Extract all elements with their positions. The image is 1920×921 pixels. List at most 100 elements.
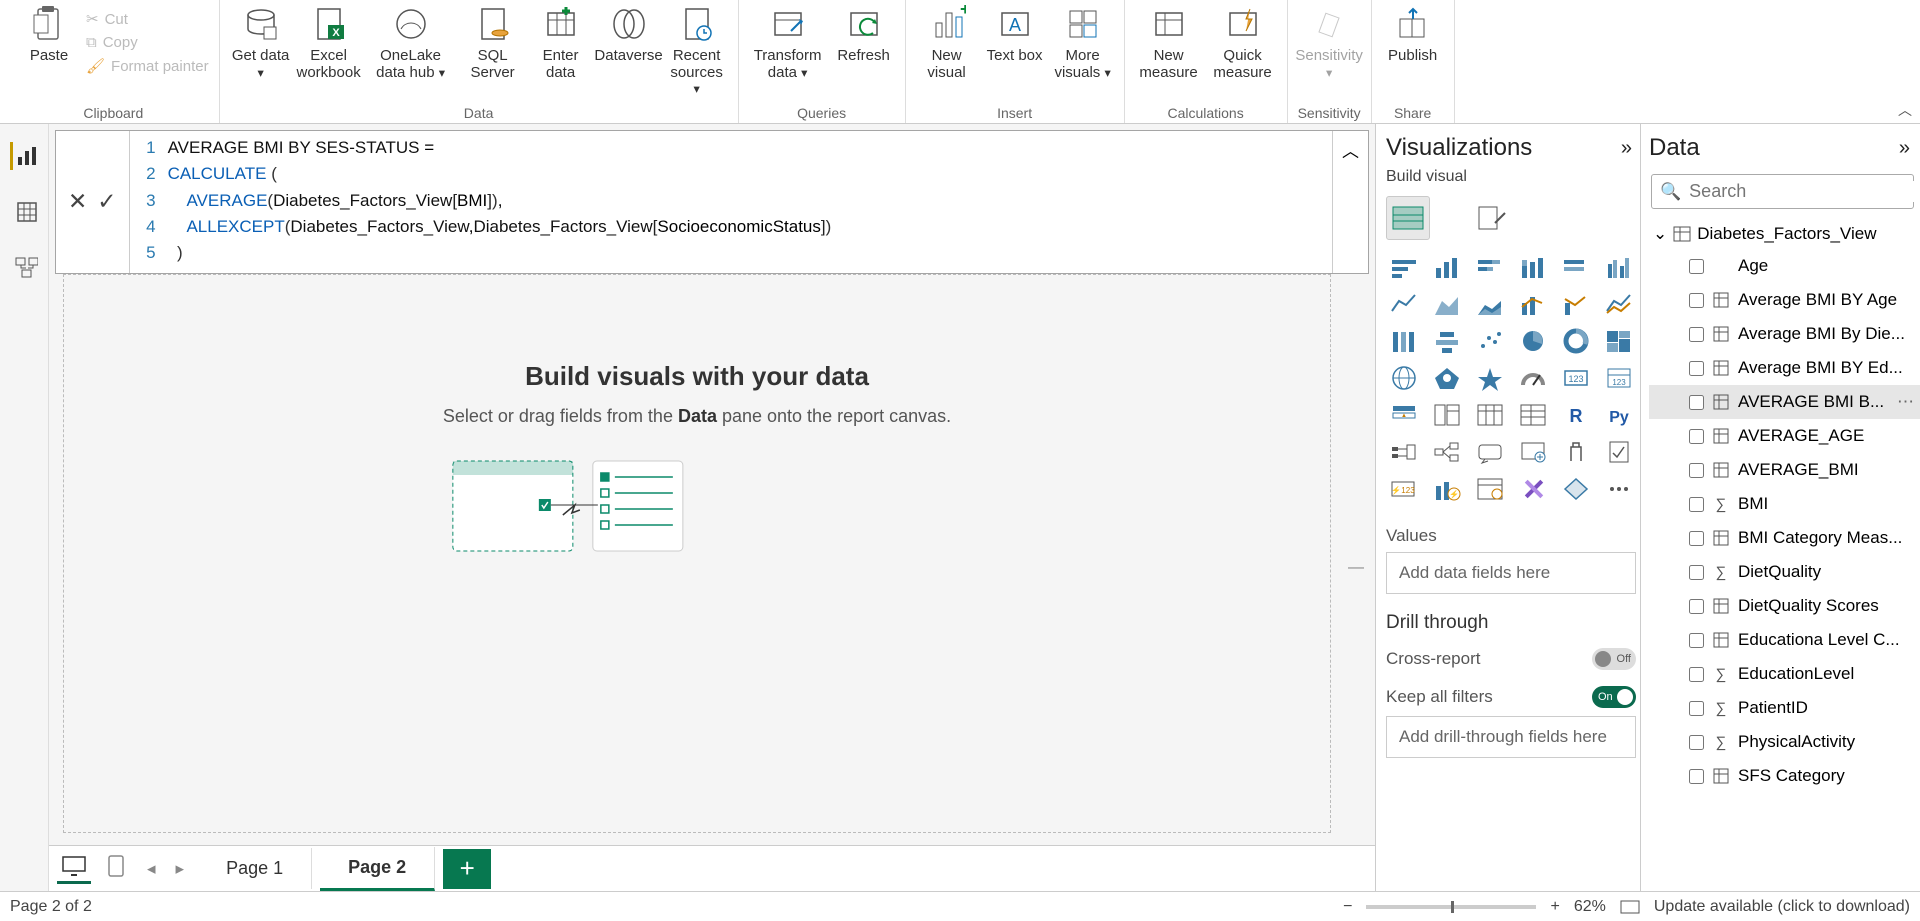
visual-type-32[interactable] xyxy=(1472,437,1508,467)
field-dietquality-scores[interactable]: DietQuality Scores xyxy=(1649,589,1920,623)
visual-type-39[interactable] xyxy=(1515,474,1551,504)
sql-server-button[interactable]: SQL Server xyxy=(462,4,524,81)
transform-data-button[interactable]: Transform data ▾ xyxy=(749,4,827,81)
visual-type-5[interactable] xyxy=(1601,252,1637,282)
visual-type-33[interactable] xyxy=(1515,437,1551,467)
update-available-link[interactable]: Update available (click to download) xyxy=(1654,898,1910,916)
visual-type-40[interactable] xyxy=(1558,474,1594,504)
visual-type-28[interactable]: R xyxy=(1558,400,1594,430)
visual-type-22[interactable]: 123 xyxy=(1558,363,1594,393)
visual-type-0[interactable] xyxy=(1386,252,1422,282)
field-checkbox[interactable] xyxy=(1689,361,1704,376)
formula-commit-icon[interactable]: ✓ xyxy=(97,188,116,215)
visual-type-31[interactable] xyxy=(1429,437,1465,467)
visual-type-18[interactable] xyxy=(1386,363,1422,393)
new-visual-button[interactable]: +New visual xyxy=(916,4,978,81)
field-sfs-category[interactable]: SFS Category xyxy=(1649,759,1920,793)
field-checkbox[interactable] xyxy=(1689,293,1704,308)
dataverse-button[interactable]: Dataverse xyxy=(598,4,660,65)
visual-type-25[interactable] xyxy=(1429,400,1465,430)
data-collapse-icon[interactable]: » xyxy=(1899,137,1910,160)
field-bmi-category-meas-[interactable]: BMI Category Meas... xyxy=(1649,521,1920,555)
tab-next-icon[interactable]: ▸ xyxy=(170,859,191,879)
field-checkbox[interactable] xyxy=(1689,735,1704,750)
field-average-bmi-b-[interactable]: AVERAGE BMI B...⋯ xyxy=(1649,385,1920,419)
text-box-button[interactable]: AText box xyxy=(984,4,1046,65)
field-checkbox[interactable] xyxy=(1689,599,1704,614)
excel-workbook-button[interactable]: XExcel workbook xyxy=(298,4,360,81)
publish-button[interactable]: Publish xyxy=(1382,4,1444,65)
visual-type-13[interactable] xyxy=(1429,326,1465,356)
field-checkbox[interactable] xyxy=(1689,633,1704,648)
visual-type-36[interactable]: ⚡123 xyxy=(1386,474,1422,504)
more-visuals-button[interactable]: More visuals ▾ xyxy=(1052,4,1114,81)
visual-type-2[interactable] xyxy=(1472,252,1508,282)
visual-type-15[interactable] xyxy=(1515,326,1551,356)
format-visual-mode-icon[interactable] xyxy=(1470,196,1514,240)
visual-type-17[interactable] xyxy=(1601,326,1637,356)
visual-type-38[interactable] xyxy=(1472,474,1508,504)
visual-type-29[interactable]: Py xyxy=(1601,400,1637,430)
visual-type-27[interactable] xyxy=(1515,400,1551,430)
report-view-icon[interactable] xyxy=(10,142,38,170)
onelake-button[interactable]: OneLake data hub ▾ xyxy=(366,4,456,81)
tab-page-1[interactable]: Page 1 xyxy=(198,848,312,889)
field-average-age[interactable]: AVERAGE_AGE xyxy=(1649,419,1920,453)
drill-dropwell[interactable]: Add drill-through fields here xyxy=(1386,716,1636,758)
visual-type-41[interactable] xyxy=(1601,474,1637,504)
formula-collapse-icon[interactable]: ︿ xyxy=(1332,131,1368,273)
visual-type-14[interactable] xyxy=(1472,326,1508,356)
search-input[interactable] xyxy=(1689,181,1920,202)
field-patientid[interactable]: ∑PatientID xyxy=(1649,691,1920,725)
visual-type-24[interactable]: ▲ xyxy=(1386,400,1422,430)
new-measure-button[interactable]: New measure xyxy=(1135,4,1203,81)
visual-type-16[interactable] xyxy=(1558,326,1594,356)
field-educationlevel[interactable]: ∑EducationLevel xyxy=(1649,657,1920,691)
desktop-layout-icon[interactable] xyxy=(57,854,91,884)
field-checkbox[interactable] xyxy=(1689,327,1704,342)
visual-type-8[interactable] xyxy=(1472,289,1508,319)
paste-button[interactable]: Paste xyxy=(18,4,80,65)
get-data-button[interactable]: Get data ▾ xyxy=(230,4,292,81)
sensitivity-button[interactable]: Sensitivity▾ xyxy=(1298,4,1360,81)
vis-collapse-icon[interactable]: » xyxy=(1621,137,1632,160)
formula-editor[interactable]: 1AVERAGE BMI BY SES-STATUS = 2CALCULATE … xyxy=(130,131,1332,273)
collapse-ribbon-icon[interactable]: ︿ xyxy=(1898,100,1912,120)
visual-type-34[interactable] xyxy=(1558,437,1594,467)
format-painter-button[interactable]: 🖌Format painter xyxy=(86,57,209,75)
copy-button[interactable]: ⧉Copy xyxy=(86,34,209,51)
cross-report-toggle[interactable]: Off xyxy=(1592,648,1636,670)
visual-type-1[interactable] xyxy=(1429,252,1465,282)
tab-prev-icon[interactable]: ◂ xyxy=(141,859,162,879)
field-checkbox[interactable] xyxy=(1689,531,1704,546)
field-bmi[interactable]: ∑BMI xyxy=(1649,487,1920,521)
visual-type-23[interactable]: 123 xyxy=(1601,363,1637,393)
keep-filters-toggle[interactable]: On xyxy=(1592,686,1636,708)
visual-type-3[interactable] xyxy=(1515,252,1551,282)
field-checkbox[interactable] xyxy=(1689,429,1704,444)
field-checkbox[interactable] xyxy=(1689,259,1704,274)
visual-type-19[interactable] xyxy=(1429,363,1465,393)
field-checkbox[interactable] xyxy=(1689,769,1704,784)
visual-type-11[interactable] xyxy=(1601,289,1637,319)
search-box[interactable]: 🔍 xyxy=(1651,174,1914,209)
field-checkbox[interactable] xyxy=(1689,701,1704,716)
field-average-bmi-by-ed-[interactable]: Average BMI BY Ed... xyxy=(1649,351,1920,385)
visual-type-7[interactable] xyxy=(1429,289,1465,319)
field-checkbox[interactable] xyxy=(1689,395,1704,410)
visual-type-26[interactable] xyxy=(1472,400,1508,430)
formula-cancel-icon[interactable]: ✕ xyxy=(68,188,87,215)
visual-type-21[interactable] xyxy=(1515,363,1551,393)
tab-page-2[interactable]: Page 2 xyxy=(320,847,435,891)
field-average-bmi[interactable]: AVERAGE_BMI xyxy=(1649,453,1920,487)
field-dietquality[interactable]: ∑DietQuality xyxy=(1649,555,1920,589)
fit-page-icon[interactable] xyxy=(1620,900,1640,914)
visual-type-20[interactable] xyxy=(1472,363,1508,393)
field-checkbox[interactable] xyxy=(1689,463,1704,478)
visual-type-9[interactable] xyxy=(1515,289,1551,319)
visual-type-12[interactable] xyxy=(1386,326,1422,356)
cut-button[interactable]: ✂Cut xyxy=(86,10,209,28)
table-node[interactable]: ⌄ Diabetes_Factors_View xyxy=(1649,219,1920,249)
visual-type-37[interactable]: ⚡ xyxy=(1429,474,1465,504)
enter-data-button[interactable]: Enter data xyxy=(530,4,592,81)
